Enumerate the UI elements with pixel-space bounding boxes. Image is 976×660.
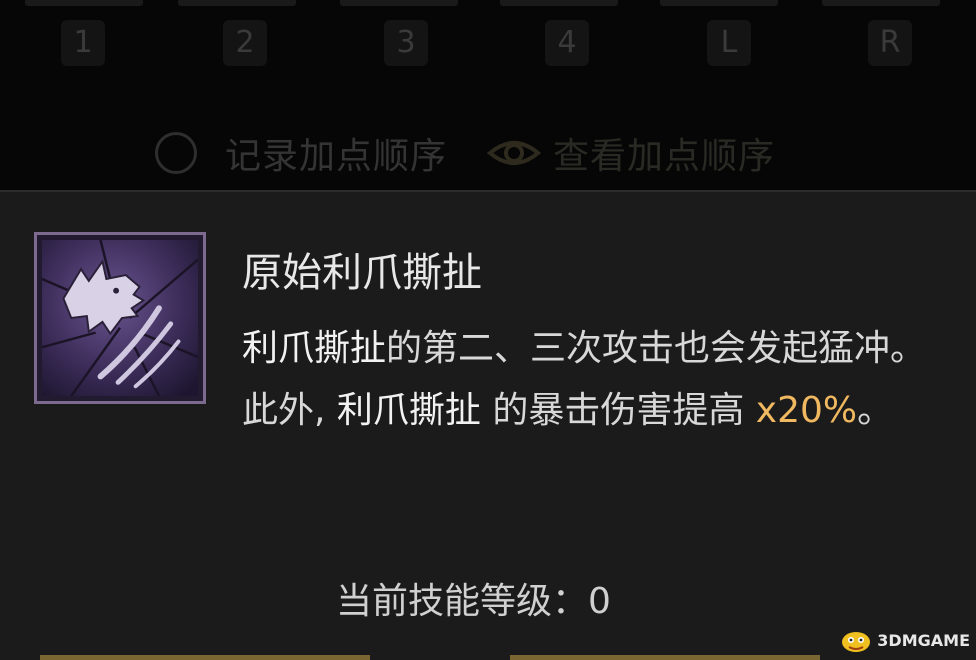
bottom-border-right — [510, 655, 820, 660]
skill-description: 利爪撕扯的第二、三次攻击也会发起猛冲。此外, 利爪撕扯 的暴击伤害提高 x20%… — [242, 318, 942, 442]
record-order-label[interactable]: 记录加点顺序 — [225, 127, 447, 179]
wolf-claw-icon — [42, 240, 198, 396]
slot-1-cap — [25, 0, 143, 6]
skill-title: 原始利爪撕扯 — [242, 250, 482, 296]
slot-r-cap — [822, 0, 940, 6]
bottom-border-left — [40, 655, 370, 660]
mascot-logo-icon — [842, 632, 871, 652]
slot-2-cap — [178, 0, 296, 6]
skill-reference: 利爪撕扯 — [242, 328, 387, 369]
slot-3-cap — [340, 0, 458, 6]
slot-key-1[interactable]: 1 — [61, 20, 105, 66]
slot-key-r[interactable]: R — [868, 20, 912, 66]
record-toggle-icon[interactable] — [155, 132, 197, 174]
slot-4-cap — [500, 0, 618, 6]
skill-reference: 利爪撕扯 — [336, 390, 481, 431]
watermark: 3DMGAME — [839, 626, 970, 654]
skill-icon-frame — [34, 232, 206, 404]
slot-key-2[interactable]: 2 — [223, 20, 267, 66]
bonus-value: x20% — [755, 390, 858, 431]
watermark-text: 3DMGAME — [877, 630, 970, 650]
slot-l-cap — [660, 0, 778, 6]
view-order-label[interactable]: 查看加点顺序 — [553, 127, 775, 179]
eye-icon[interactable] — [487, 133, 542, 173]
slot-key-l[interactable]: L — [707, 20, 751, 66]
skill-level-value: 0 — [588, 581, 611, 622]
skill-level-label: 当前技能等级： — [336, 581, 589, 622]
skill-level: 当前技能等级：0 — [336, 572, 611, 624]
description-text: 的暴击伤害提高 — [480, 390, 756, 431]
slot-key-3[interactable]: 3 — [384, 20, 428, 66]
description-text: 。 — [857, 390, 894, 431]
order-actions: 记录加点顺序 查看加点顺序 — [155, 128, 775, 178]
slot-key-4[interactable]: 4 — [545, 20, 589, 66]
skill-slot-bar: 1 2 3 4 L R 记录加点顺序 查看加点顺序 — [0, 0, 976, 190]
